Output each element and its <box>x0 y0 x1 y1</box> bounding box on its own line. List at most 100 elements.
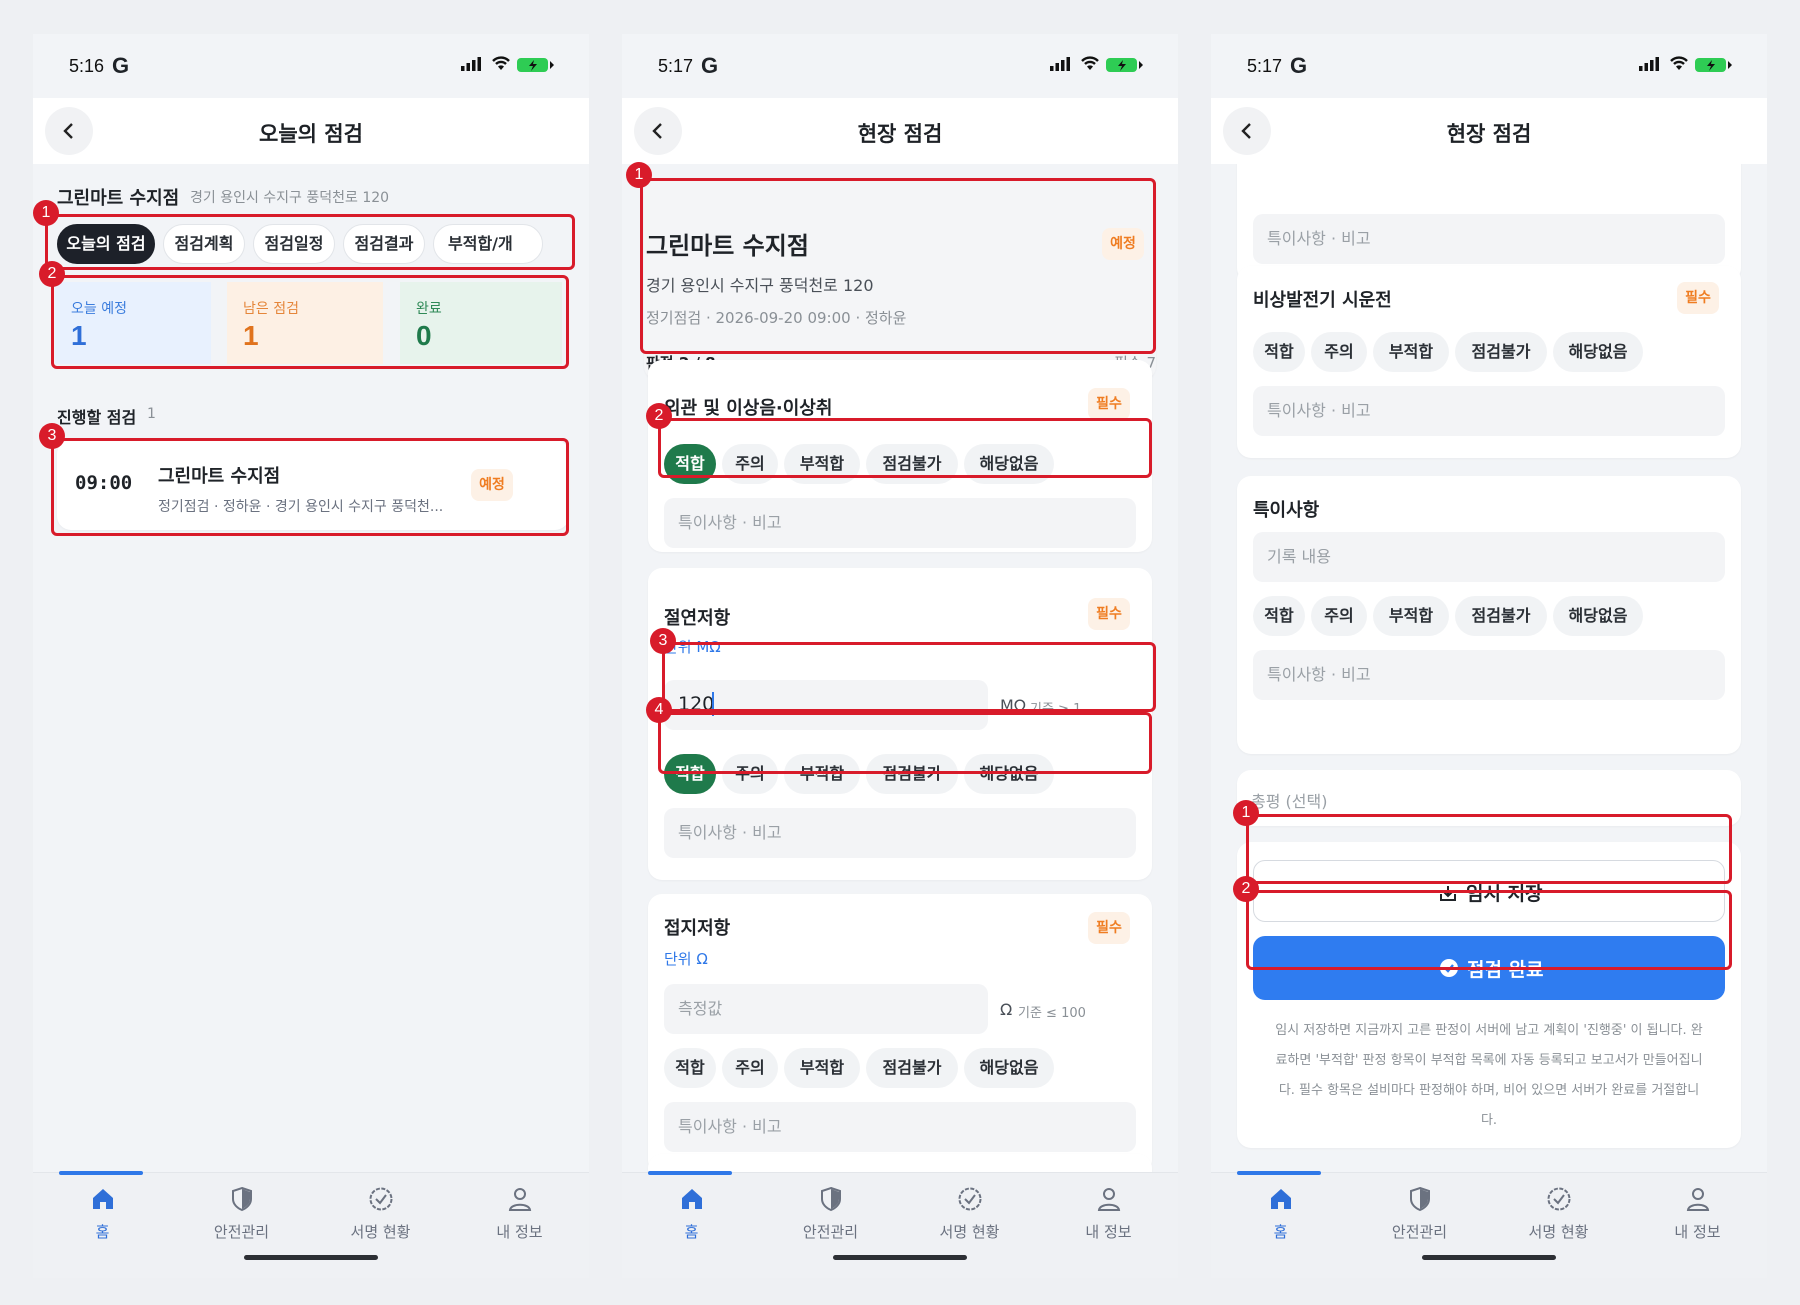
status-time: 5:16 <box>69 56 105 76</box>
page-title: 현장 점검 <box>1446 122 1532 146</box>
stat-completed: 완료 0 <box>400 282 562 364</box>
measurement-input[interactable]: 측정값 <box>664 984 988 1034</box>
option-unable[interactable]: 점검불가 <box>866 754 958 794</box>
screen-field-inspection: 5:17 G 현장 점검 그린마트 수지점 예정 경기 용인시 수지구 풍덕천로… <box>622 34 1178 1278</box>
stat-today-scheduled: 오늘 예정 1 <box>55 282 211 364</box>
submit-card: 임시 저장 점검 완료 임시 저장하면 지금까지 고른 판정이 서버에 남고 계… <box>1237 842 1741 1148</box>
option-fail[interactable]: 부적합 <box>784 444 860 484</box>
tab-signature[interactable]: 서명 현황 <box>1489 1173 1628 1253</box>
chip-plan[interactable]: 점검계획 <box>163 224 245 264</box>
signal-icon <box>1639 57 1659 71</box>
shield-icon <box>232 1186 252 1212</box>
complete-button[interactable]: 점검 완료 <box>1253 936 1725 1000</box>
annotation-badge-1: 1 <box>33 200 59 226</box>
note-input[interactable]: 특이사항 · 비고 <box>1253 650 1725 700</box>
measurement-input[interactable]: 120 <box>664 680 988 730</box>
option-na[interactable]: 해당없음 <box>964 1048 1054 1088</box>
battery-icon <box>517 58 554 72</box>
annotation-badge-2: 2 <box>39 261 65 287</box>
page-title: 현장 점검 <box>857 122 943 146</box>
tab-safety[interactable]: 안전관리 <box>761 1173 900 1253</box>
option-na[interactable]: 해당없음 <box>1553 332 1643 372</box>
stat-label: 완료 <box>416 301 442 317</box>
option-caution[interactable]: 주의 <box>722 1048 778 1088</box>
annotation-badge-1: 1 <box>1233 800 1259 826</box>
site-header-card: 그린마트 수지점 예정 경기 용인시 수지구 풍덕천로 120 정기점검 · 2… <box>644 180 1156 380</box>
check-item-grounding: 접지저항 필수 단위 Ω 측정값 Ω 기준 ≤ 100 적합 주의 부적합 점검… <box>648 894 1152 1174</box>
option-pass[interactable]: 적합 <box>1253 596 1305 636</box>
chip-schedule[interactable]: 점검일정 <box>253 224 335 264</box>
option-na[interactable]: 해당없음 <box>964 754 1054 794</box>
option-fail[interactable]: 부적합 <box>784 1048 860 1088</box>
option-unable[interactable]: 점검불가 <box>1455 332 1547 372</box>
chip-nonconformity[interactable]: 부적합/개 <box>433 224 543 264</box>
tab-safety[interactable]: 안전관리 <box>172 1173 311 1253</box>
filter-chip-row: 오늘의 점검 점검계획 점검일정 점검결과 부적합/개 <box>57 220 569 268</box>
temp-save-label: 임시 저장 <box>1466 883 1543 905</box>
option-caution[interactable]: 주의 <box>1311 596 1367 636</box>
item-title: 절연저항 <box>664 608 731 629</box>
status-time: 5:17 <box>658 56 694 76</box>
option-pass[interactable]: 적합 <box>664 754 716 794</box>
option-caution[interactable]: 주의 <box>722 444 778 484</box>
note-input[interactable]: 특이사항 · 비고 <box>1253 386 1725 436</box>
stat-remaining: 남은 점검 1 <box>227 282 383 364</box>
temp-save-button[interactable]: 임시 저장 <box>1253 860 1725 922</box>
option-fail[interactable]: 부적합 <box>784 754 860 794</box>
inspection-list-item[interactable]: 09:00 그린마트 수지점 정기점검 · 정하윤 · 경기 용인시 수지구 풍… <box>57 440 569 530</box>
option-na[interactable]: 해당없음 <box>964 444 1054 484</box>
option-na[interactable]: 해당없음 <box>1553 596 1643 636</box>
annotation-badge-3: 3 <box>650 628 676 654</box>
note-input[interactable]: 특이사항 · 비고 <box>664 1102 1136 1152</box>
option-pass[interactable]: 적합 <box>664 1048 716 1088</box>
tab-signature[interactable]: 서명 현황 <box>900 1173 1039 1253</box>
option-caution[interactable]: 주의 <box>1311 332 1367 372</box>
tab-label: 서명 현황 <box>350 1223 411 1241</box>
option-pass[interactable]: 적합 <box>664 444 716 484</box>
check-circle-icon <box>369 1187 393 1211</box>
nav-bar: 현장 점검 <box>1211 98 1767 164</box>
note-input[interactable]: 특이사항 · 비고 <box>1253 214 1725 264</box>
tab-bar: 홈 안전관리 서명 현황 내 정보 <box>33 1171 589 1278</box>
tab-home[interactable]: 홈 <box>622 1173 761 1253</box>
tab-signature[interactable]: 서명 현황 <box>311 1173 450 1253</box>
tab-home[interactable]: 홈 <box>1211 1173 1350 1253</box>
site-name: 그린마트 수지점 <box>57 188 180 209</box>
user-icon <box>508 1188 532 1211</box>
summary-input[interactable]: 총평 (선택) <box>1237 770 1741 826</box>
chip-result[interactable]: 점검결과 <box>343 224 425 264</box>
stat-label: 남은 점검 <box>243 301 299 317</box>
option-unable[interactable]: 점검불가 <box>866 1048 958 1088</box>
annotation-badge-2: 2 <box>646 403 672 429</box>
option-fail[interactable]: 부적합 <box>1373 332 1449 372</box>
battery-icon <box>1106 58 1143 72</box>
required-badge: 필수 <box>1677 282 1719 314</box>
tab-safety[interactable]: 안전관리 <box>1350 1173 1489 1253</box>
screen-today-inspection: 5:16 G 오늘의 점검 그린마트 수지점 경기 용인시 수지구 풍덕천로 1… <box>33 34 589 1278</box>
tab-bar: 홈 안전관리 서명 현황 내 정보 <box>622 1171 1178 1278</box>
home-icon <box>682 1189 702 1209</box>
user-icon <box>1686 1188 1710 1211</box>
note-input[interactable]: 특이사항 · 비고 <box>664 498 1136 548</box>
tab-profile[interactable]: 내 정보 <box>1628 1173 1767 1253</box>
option-pass[interactable]: 적합 <box>1253 332 1305 372</box>
tab-home[interactable]: 홈 <box>33 1173 172 1253</box>
tab-profile[interactable]: 내 정보 <box>1039 1173 1178 1253</box>
option-unable[interactable]: 점검불가 <box>866 444 958 484</box>
chip-today[interactable]: 오늘의 점검 <box>57 224 155 264</box>
option-fail[interactable]: 부적합 <box>1373 596 1449 636</box>
tab-label: 홈 <box>95 1223 110 1241</box>
nav-bar: 현장 점검 <box>622 98 1178 164</box>
unit-suffix: MΩ <box>1000 696 1027 715</box>
item-title: 접지저항 <box>664 918 731 939</box>
help-line: 다. <box>1480 1113 1498 1128</box>
google-icon: G <box>1290 53 1308 78</box>
note-input[interactable]: 특이사항 · 비고 <box>664 808 1136 858</box>
stat-value: 1 <box>71 320 87 351</box>
status-bar: 5:17 G <box>1211 34 1767 98</box>
record-input[interactable]: 기록 내용 <box>1253 532 1725 582</box>
tab-profile[interactable]: 내 정보 <box>450 1173 589 1253</box>
option-unable[interactable]: 점검불가 <box>1455 596 1547 636</box>
annotation-badge-1: 1 <box>626 162 652 188</box>
option-caution[interactable]: 주의 <box>722 754 778 794</box>
